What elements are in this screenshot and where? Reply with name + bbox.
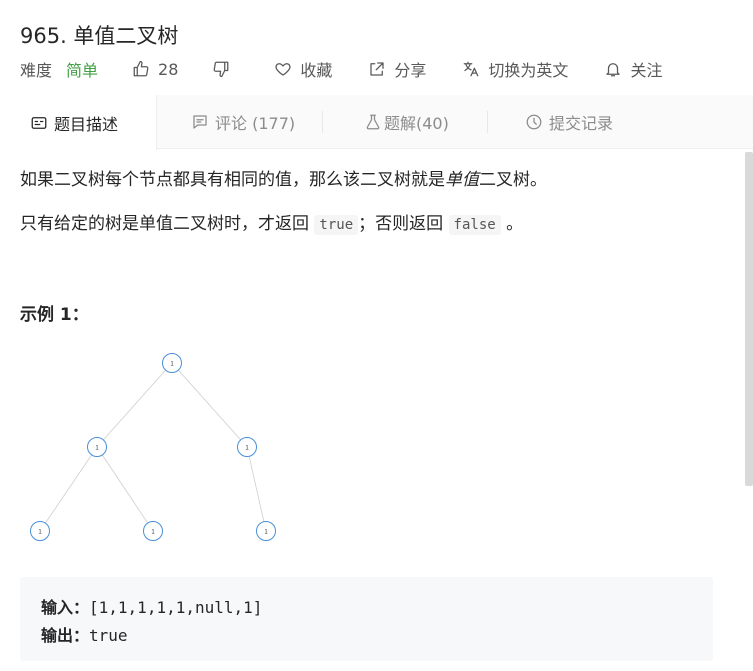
problem-tabs: 题目描述 评论 (177) 题解(40) 提交记录 (0, 95, 753, 150)
heart-icon (274, 60, 292, 78)
tab-description[interactable]: 题目描述 (0, 95, 157, 150)
output-value: true (89, 626, 128, 645)
thumbs-down-icon (212, 60, 230, 78)
code-true: true (314, 215, 359, 235)
favorite-label: 收藏 (300, 61, 333, 80)
share-button[interactable]: 分享 (368, 57, 426, 81)
tree-edge (96, 362, 173, 448)
flask-icon (364, 113, 382, 131)
example-input-line: 输入：[1,1,1,1,1,null,1] (41, 594, 692, 622)
content-scrollbar[interactable] (745, 152, 753, 486)
comment-icon (191, 113, 209, 131)
switch-language-label: 切换为英文 (488, 61, 569, 80)
clock-icon (525, 113, 543, 131)
tree-edge (246, 446, 267, 532)
description-paragraph-1: 如果二叉树每个节点都具有相同的值，那么该二叉树就是单值二叉树。 (20, 168, 547, 192)
like-button[interactable]: 28 (132, 60, 178, 79)
description-text: 二叉树。 (479, 170, 547, 190)
difficulty-label: 难度 (20, 61, 53, 80)
tab-comments[interactable]: 评论 (177) (191, 95, 295, 149)
translate-icon (462, 60, 480, 78)
tab-submissions[interactable]: 提交记录 (525, 95, 613, 149)
description-text: 。 (506, 214, 524, 234)
like-count: 28 (158, 59, 179, 79)
tree-edge (39, 446, 98, 532)
dislike-button[interactable] (212, 60, 230, 78)
example-tree-diagram: 1 1 1 1 1 1 (30, 353, 276, 541)
description-text: 如果二叉树每个节点都具有相同的值，那么该二叉树就是 (20, 170, 445, 190)
description-paragraph-2: 只有给定的树是单值二叉树时，才返回 true ；否则返回 false 。 (20, 212, 523, 237)
follow-button[interactable]: 关注 (604, 57, 662, 81)
tab-comments-label: 评论 (177) (215, 114, 296, 133)
tree-edge (96, 446, 154, 532)
thumbs-up-icon (132, 60, 150, 78)
share-icon (368, 60, 386, 78)
example-output-line: 输出：true (41, 622, 692, 650)
problem-meta-row: 难度 简单 28 收藏 分享 切换为英文 关注 (20, 57, 662, 81)
problem-header: 965. 单值二叉树 难度 简单 28 收藏 分享 切换为英文 关注 (0, 0, 753, 95)
tab-solutions-label: 题解(40) (384, 114, 449, 133)
follow-label: 关注 (630, 61, 663, 80)
tab-separator (487, 111, 488, 133)
share-label: 分享 (394, 61, 427, 80)
output-label: 输出： (41, 626, 90, 645)
description-emphasis: 单值 (445, 170, 479, 190)
tree-edge (171, 362, 248, 448)
tab-separator (322, 111, 323, 133)
example-code-block: 输入：[1,1,1,1,1,null,1] 输出：true (20, 577, 713, 661)
description-icon (30, 114, 48, 132)
bell-icon (604, 60, 622, 78)
description-text: ；否则返回 (358, 214, 444, 234)
input-label: 输入： (41, 598, 90, 617)
tab-description-label: 题目描述 (54, 114, 119, 134)
difficulty-value: 简单 (66, 61, 99, 80)
tab-solutions[interactable]: 题解(40) (364, 95, 449, 149)
description-text: 只有给定的树是单值二叉树时，才返回 (20, 214, 309, 234)
favorite-button[interactable]: 收藏 (274, 57, 332, 81)
problem-title: 965. 单值二叉树 (20, 24, 179, 48)
example-title: 示例 1： (20, 305, 89, 325)
code-false: false (448, 215, 501, 235)
input-value: [1,1,1,1,1,null,1] (89, 598, 263, 617)
tab-submissions-label: 提交记录 (549, 114, 614, 133)
switch-language-button[interactable]: 切换为英文 (462, 57, 568, 81)
